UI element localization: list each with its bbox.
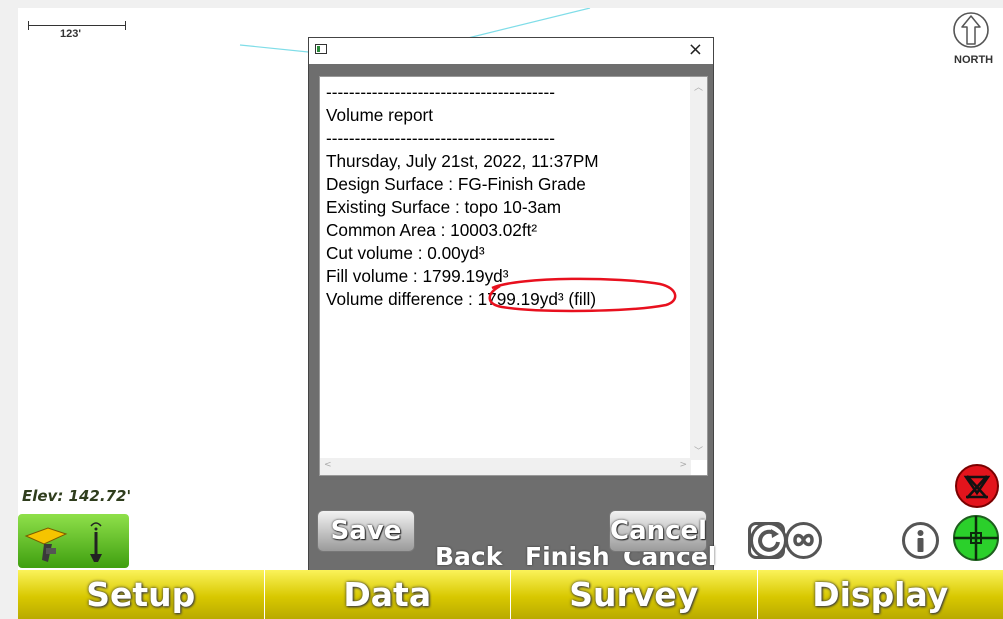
- north-arrow[interactable]: NORTH: [952, 10, 1002, 68]
- crosshair-icon[interactable]: [952, 514, 1000, 562]
- survey-button[interactable]: Survey: [511, 570, 758, 619]
- info-icon[interactable]: [902, 522, 939, 559]
- hidden-finish-button: Finish: [525, 542, 610, 571]
- volume-report-dialog: × --------------------------------------…: [308, 37, 716, 572]
- gps-rover-icon: [24, 522, 102, 562]
- gps-status-button[interactable]: [18, 514, 129, 568]
- elevation-readout: Elev: 142.72': [22, 487, 132, 505]
- scroll-right-icon[interactable]: >: [679, 460, 687, 470]
- report-line: Thursday, July 21st, 2022, 11:37PM: [326, 151, 599, 171]
- bottom-toolbar: Setup Data Survey Display: [18, 570, 1003, 619]
- report-line: Design Surface : FG-Finish Grade: [326, 174, 586, 194]
- scale-label: 123': [60, 28, 81, 40]
- display-button[interactable]: Display: [758, 570, 1003, 619]
- scroll-down-icon[interactable]: ﹀: [694, 444, 703, 457]
- highlight-ellipse: [488, 277, 677, 313]
- scroll-up-icon[interactable]: ︿: [694, 80, 703, 93]
- report-line: Common Area : 10003.02ft²: [326, 220, 538, 240]
- vertical-scrollbar[interactable]: ︿ ﹀: [690, 77, 707, 460]
- hidden-back-button: Back: [435, 542, 503, 571]
- report-line: Volume report: [326, 105, 434, 125]
- north-label: NORTH: [954, 54, 994, 66]
- infinity-icon[interactable]: [785, 522, 822, 559]
- scroll-left-icon[interactable]: <: [324, 460, 332, 470]
- report-line: Cut volume : 0.00yd³: [326, 243, 485, 263]
- report-line: Existing Surface : topo 10-3am: [326, 197, 562, 217]
- report-line: ----------------------------------------: [326, 128, 555, 148]
- setup-button[interactable]: Setup: [18, 570, 265, 619]
- report-text-area[interactable]: ----------------------------------------…: [319, 76, 708, 476]
- refresh-icon[interactable]: [750, 522, 787, 559]
- dialog-titlebar[interactable]: ×: [309, 38, 713, 64]
- cancel-button[interactable]: Cancel: [609, 510, 707, 552]
- scale-bar: 123': [28, 18, 126, 40]
- window-icon: [315, 44, 327, 54]
- report-line: ----------------------------------------: [326, 82, 555, 102]
- remove-point-icon[interactable]: [954, 463, 1000, 509]
- north-arrow-icon: [953, 12, 989, 48]
- close-button[interactable]: ×: [688, 39, 703, 60]
- horizontal-scrollbar[interactable]: < >: [320, 458, 691, 475]
- save-button[interactable]: Save: [317, 510, 415, 552]
- data-button[interactable]: Data: [265, 570, 511, 619]
